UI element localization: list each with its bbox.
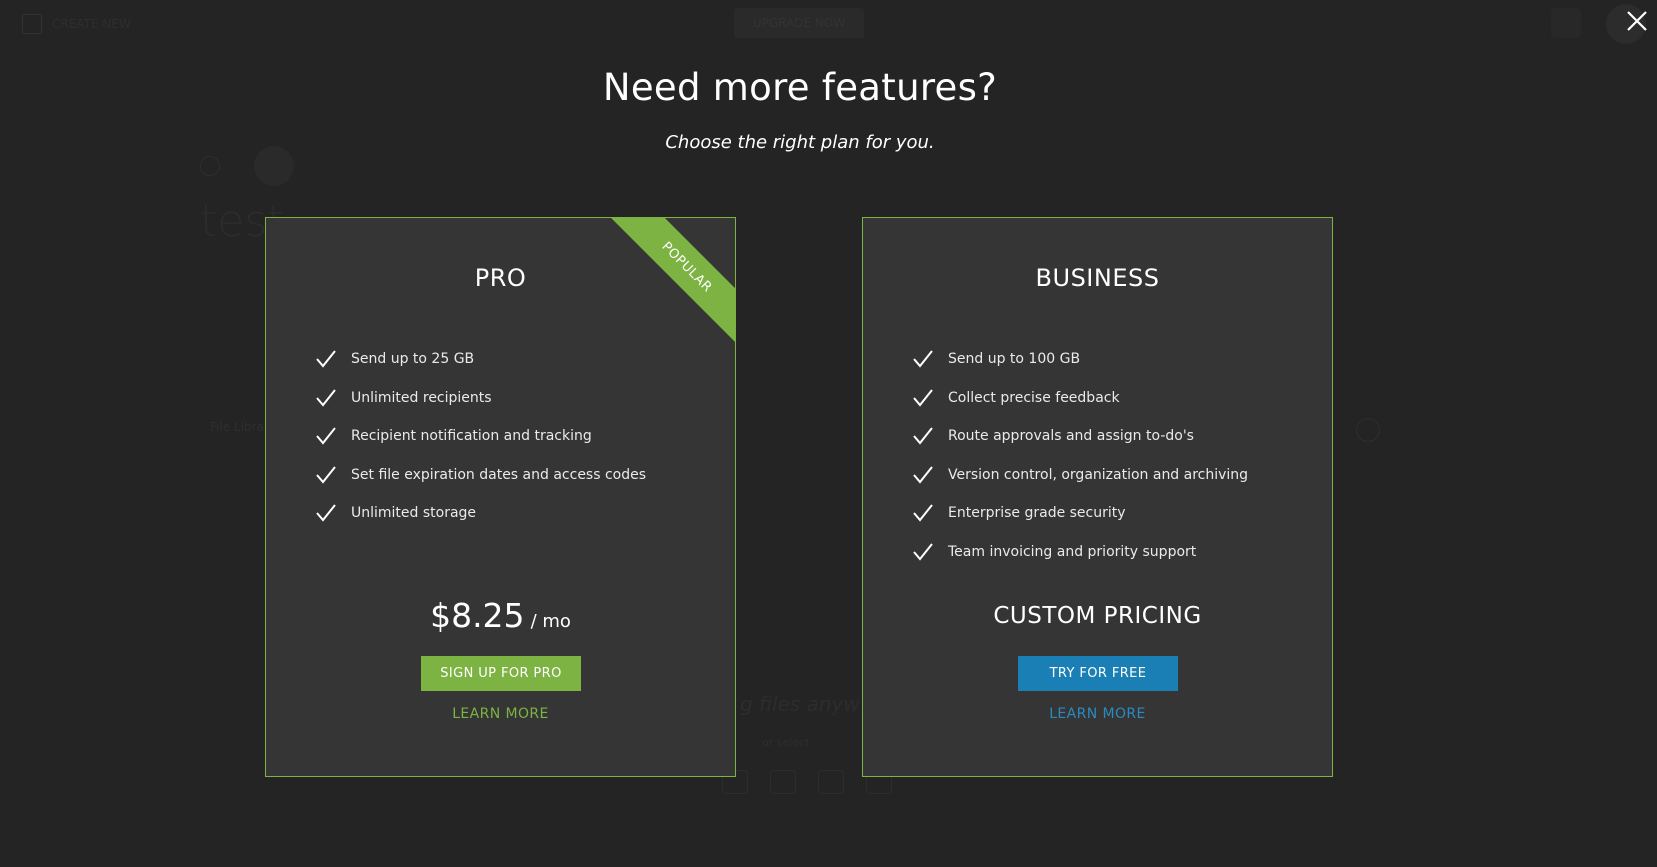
feature-label: Route approvals and assign to-do's	[948, 428, 1194, 445]
price-pro: $8.25/ mo	[266, 596, 735, 635]
upgrade-now-button: UPGRADE NOW	[734, 8, 864, 38]
modal-heading: Need more features?	[602, 66, 998, 109]
feature-label: Version control, organization and archiv…	[948, 466, 1249, 483]
checkmark-icon	[316, 350, 336, 368]
sign-up-pro-button[interactable]: SIGN UP FOR PRO	[421, 656, 581, 691]
learn-more-business-link[interactable]: LEARN MORE	[863, 706, 1332, 722]
checkmark-icon	[316, 466, 336, 484]
custom-pricing-label: CUSTOM PRICING	[993, 603, 1202, 629]
settings-icon	[200, 156, 220, 176]
modal-subheading: Choose the right plan for you.	[665, 132, 935, 153]
feature-label: Unlimited storage	[351, 505, 477, 522]
price-amount: $8.25	[430, 596, 525, 635]
background-app: CREATE NEW UPGRADE NOW test File Library…	[0, 0, 1657, 867]
checkmark-icon	[913, 427, 933, 445]
close-button[interactable]	[1622, 6, 1652, 36]
feature-item: Collect precise feedback	[912, 379, 1248, 418]
plus-icon	[22, 14, 42, 34]
checkmark-icon	[913, 543, 933, 561]
feature-item: Version control, organization and archiv…	[912, 456, 1248, 495]
plan-title-business: BUSINESS	[1035, 264, 1160, 292]
checkmark-icon	[316, 389, 336, 407]
feature-label: Enterprise grade security	[948, 505, 1126, 522]
feature-label: Team invoicing and priority support	[948, 543, 1197, 560]
checkmark-icon	[316, 504, 336, 522]
close-icon	[1627, 11, 1647, 31]
feature-item: Team invoicing and priority support	[912, 533, 1248, 572]
checkmark-icon	[913, 504, 933, 522]
feature-item: Unlimited recipients	[315, 379, 646, 418]
feature-label: Send up to 25 GB	[351, 351, 475, 368]
feature-label: Unlimited recipients	[351, 389, 492, 406]
create-new-label: CREATE NEW	[52, 17, 131, 31]
drop-zone-text: g files anyw	[740, 692, 860, 716]
plan-card-pro: POPULAR PRO Send up to 25 GB Unlimited r…	[265, 217, 736, 777]
search-icon	[1551, 8, 1581, 38]
price-period: / mo	[530, 611, 571, 632]
gear-icon	[1356, 418, 1380, 442]
feature-item: Set file expiration dates and access cod…	[315, 456, 646, 495]
feature-item: Send up to 100 GB	[912, 340, 1248, 379]
feature-item: Enterprise grade security	[912, 494, 1248, 533]
drop-zone-subtext: or select	[762, 736, 810, 749]
dropbox-icon	[770, 770, 796, 794]
feature-label: Set file expiration dates and access cod…	[351, 466, 647, 483]
feature-list-pro: Send up to 25 GB Unlimited recipients Re…	[315, 340, 646, 533]
feature-item: Send up to 25 GB	[315, 340, 646, 379]
try-for-free-button[interactable]: TRY FOR FREE	[1018, 656, 1178, 691]
checkmark-icon	[913, 389, 933, 407]
feature-list-business: Send up to 100 GB Collect precise feedba…	[912, 340, 1248, 571]
feature-item: Recipient notification and tracking	[315, 417, 646, 456]
feature-item: Route approvals and assign to-do's	[912, 417, 1248, 456]
create-new-button: CREATE NEW	[22, 14, 131, 34]
google-drive-icon	[818, 770, 844, 794]
learn-more-pro-link[interactable]: LEARN MORE	[266, 706, 735, 722]
feature-label: Collect precise feedback	[948, 389, 1120, 406]
feature-label: Recipient notification and tracking	[351, 428, 592, 445]
feature-label: Send up to 100 GB	[948, 351, 1081, 368]
checkmark-icon	[316, 427, 336, 445]
plan-title-pro: PRO	[474, 264, 527, 292]
checkmark-icon	[913, 466, 933, 484]
plan-card-business: BUSINESS Send up to 100 GB Collect preci…	[862, 217, 1333, 777]
page: CREATE NEW UPGRADE NOW test File Library…	[0, 0, 1657, 867]
checkmark-icon	[913, 350, 933, 368]
feature-item: Unlimited storage	[315, 494, 646, 533]
